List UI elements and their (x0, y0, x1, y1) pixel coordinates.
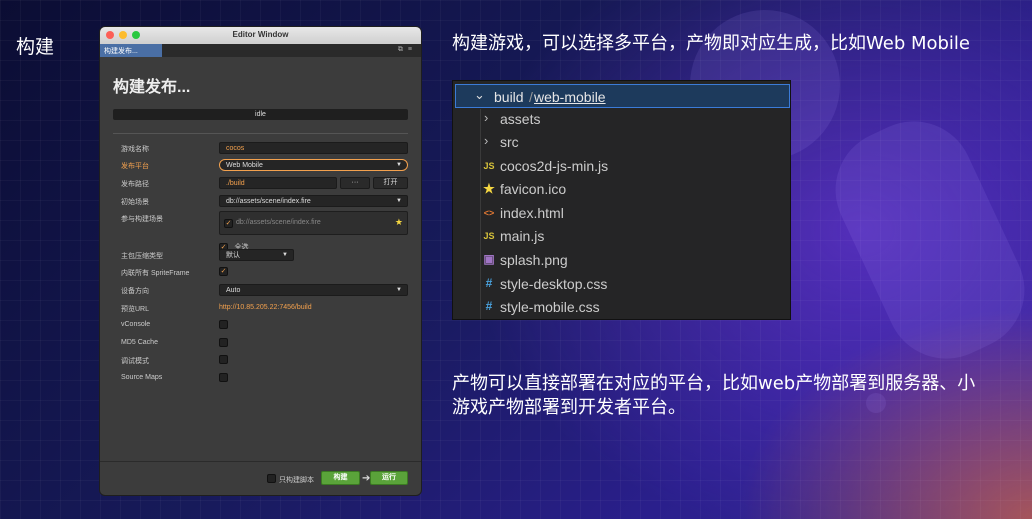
slide-title: 构建 (16, 36, 55, 58)
tree-item-label: assets (500, 111, 541, 127)
source-maps-label: Source Maps (121, 374, 163, 381)
debug-mode-label: 调试模式 (121, 358, 149, 365)
start-scene-label: 初始场景 (121, 199, 149, 206)
js-file-icon: JS (483, 161, 495, 171)
build-path-label: 发布路径 (121, 181, 149, 188)
tree-item-label: cocos2d-js-min.js (500, 158, 609, 174)
panel-title: 构建发布... (113, 79, 191, 96)
tree-item-main-js[interactable]: JS main.js (480, 226, 780, 248)
vconsole-label: vConsole (121, 321, 151, 328)
compress-label: 主包压缩类型 (121, 253, 163, 260)
chevron-right-icon[interactable]: › (484, 133, 488, 148)
tree-item-label: main.js (500, 228, 545, 244)
debug-mode-checkbox[interactable] (219, 355, 228, 364)
chevron-down-icon[interactable]: ⌄ (474, 87, 485, 103)
css-file-icon: # (485, 276, 493, 290)
tree-item-cocos2d-js-min[interactable]: JS cocos2d-js-min.js (480, 156, 780, 178)
tree-item-label: favicon.ico (500, 181, 567, 197)
top-description: 构建游戏，可以选择多平台，产物即对应生成，比如Web Mobile (452, 33, 971, 54)
tree-item-label: index.html (500, 205, 564, 221)
bottom-description: 产物可以直接部署在对应的平台，比如web产物部署到服务器、小游戏产物部署到开发者… (452, 373, 976, 418)
tab-build[interactable]: 构建发布... (100, 44, 162, 57)
tree-item-label: style-mobile.css (500, 299, 600, 315)
browse-button[interactable]: ··· (340, 177, 370, 189)
tree-item-splash-png[interactable]: ▣ splash.png (480, 250, 780, 272)
tree-item-label: src (500, 134, 519, 150)
divider (113, 133, 408, 134)
js-file-icon: JS (483, 231, 495, 241)
star-icon: ★ (483, 181, 495, 196)
image-file-icon: ▣ (483, 252, 495, 266)
tree-item-style-mobile[interactable]: # style-mobile.css (480, 297, 780, 319)
window-titlebar: Editor Window (100, 27, 421, 44)
source-maps-checkbox[interactable] (219, 373, 228, 382)
inline-spriteframe-label: 内联所有 SpriteFrame (121, 270, 190, 277)
compress-select[interactable]: 默认 (219, 249, 294, 261)
tree-item-favicon[interactable]: ★ favicon.ico (480, 179, 780, 201)
platform-label: 发布平台 (121, 163, 149, 170)
divider (100, 461, 421, 462)
inline-spriteframe-checkbox[interactable]: ✓ (219, 267, 228, 276)
orientation-label: 设备方向 (121, 288, 149, 295)
build-script-only-checkbox[interactable] (267, 474, 276, 483)
html-file-icon: <> (483, 208, 495, 218)
game-name-input[interactable]: cocos (219, 142, 408, 154)
open-button[interactable]: 打开 (373, 177, 408, 189)
breadcrumb-separator: / (529, 89, 533, 105)
game-name-label: 游戏名称 (121, 146, 149, 153)
tab-menu-icon[interactable]: ⧉≡ (398, 46, 417, 54)
star-icon: ★ (394, 217, 403, 227)
chevron-right-icon[interactable]: › (484, 110, 488, 125)
start-scene-select[interactable]: db://assets/scene/index.fire (219, 195, 408, 207)
platform-select[interactable]: Web Mobile (219, 159, 408, 171)
status-bar: idle (113, 109, 408, 120)
preview-url-label: 预览URL (121, 306, 150, 313)
tree-item-index-html[interactable]: <> index.html (480, 203, 780, 225)
build-script-only-label: 只构建脚本 (279, 477, 314, 484)
tree-item-label: splash.png (500, 252, 568, 268)
md5-cache-checkbox[interactable] (219, 338, 228, 347)
css-file-icon: # (485, 299, 493, 313)
window-title: Editor Window (232, 30, 289, 39)
preview-url-link[interactable]: http://10.85.205.22:7456/build (219, 304, 312, 311)
scene-checkbox[interactable]: ✓ (224, 219, 233, 228)
tree-item-label: style-desktop.css (500, 276, 608, 292)
md5-cache-label: MD5 Cache (121, 339, 158, 346)
file-explorer: ⌄ build / web-mobile › assets › src JS c… (452, 80, 791, 320)
build-button[interactable]: 构建 (321, 471, 360, 485)
tree-item-style-desktop[interactable]: # style-desktop.css (480, 274, 780, 296)
included-scenes-list: ✓ db://assets/scene/index.fire ★ (219, 211, 408, 235)
vconsole-checkbox[interactable] (219, 320, 228, 329)
build-path-input[interactable]: ./build (219, 177, 337, 189)
breadcrumb-parent[interactable]: build (494, 89, 524, 105)
orientation-select[interactable]: Auto (219, 284, 408, 296)
included-scenes-label: 参与构建场景 (121, 216, 163, 223)
scene-item: db://assets/scene/index.fire (236, 219, 321, 226)
tree-item-src[interactable]: › src (480, 132, 780, 154)
editor-window: Editor Window 构建发布... ⧉≡ 构建发布... idle 游戏… (99, 26, 422, 496)
tab-bar: 构建发布... ⧉≡ (100, 44, 421, 57)
breadcrumb-folder[interactable]: web-mobile (534, 89, 606, 105)
explorer-root-row[interactable]: ⌄ build / web-mobile (455, 84, 790, 108)
tree-item-assets[interactable]: › assets (480, 109, 780, 131)
run-button[interactable]: 运行 (370, 471, 408, 485)
